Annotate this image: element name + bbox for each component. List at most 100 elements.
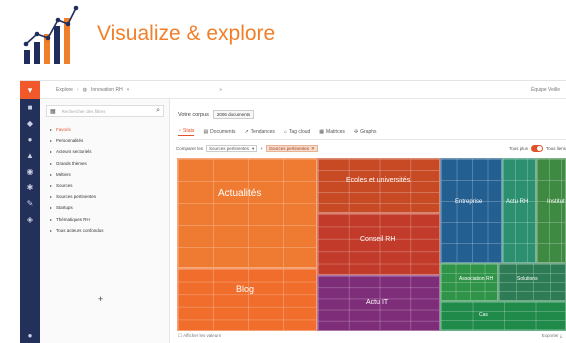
treemap-tile[interactable]: Cas bbox=[440, 301, 566, 331]
export-label: Exporter bbox=[541, 333, 559, 338]
filter-item[interactable]: ▸ Grands thèmes bbox=[50, 158, 162, 169]
tab-graphs[interactable]: ✣ Graphs bbox=[354, 128, 377, 136]
treemap-tile-label: Solutions bbox=[517, 276, 538, 282]
filter-chip[interactable]: Sources pertinentes ✕ bbox=[265, 145, 318, 152]
home-icon[interactable]: ■ bbox=[25, 103, 35, 113]
caret-right-icon: ▸ bbox=[50, 149, 53, 155]
compare-select-value: Sources pertinentes bbox=[209, 146, 250, 151]
filter-item[interactable]: ▸ Tous acteurs confondus bbox=[50, 225, 162, 236]
filter-item[interactable]: ▸ Métiers bbox=[50, 169, 162, 180]
search-icon[interactable]: ⌕ bbox=[156, 107, 160, 115]
treemap-tile-label: Actu RH bbox=[506, 199, 529, 205]
filter-item[interactable]: ▸ Thématiques RH bbox=[50, 214, 162, 225]
treemap-tile[interactable]: Blog bbox=[177, 268, 317, 331]
tab-label: Matrices bbox=[326, 129, 345, 135]
treemap-tile[interactable]: Association RH bbox=[440, 263, 498, 301]
tab-documents[interactable]: ▤ Documents bbox=[203, 128, 235, 136]
home-logo-icon[interactable]: ▾ bbox=[20, 81, 40, 99]
tag-icon: ⌂ bbox=[283, 129, 287, 135]
corpus-header: Votre corpus 2006 documents bbox=[178, 110, 255, 119]
search-placeholder: Rechercher des filtres bbox=[61, 108, 106, 114]
caret-right-icon: ▸ bbox=[50, 138, 53, 144]
shield-icon[interactable]: ◈ bbox=[25, 215, 35, 225]
treemap-tile[interactable]: Ecoles et universités bbox=[317, 158, 440, 213]
filter-label: Sources pertinentes bbox=[56, 194, 97, 200]
tab-label: Documents bbox=[210, 129, 236, 135]
tab-tag-cloud[interactable]: ⌂ Tag cloud bbox=[284, 128, 310, 136]
add-filter-button[interactable]: + bbox=[98, 294, 103, 304]
treemap-tile-label: Entreprise bbox=[455, 199, 483, 205]
treemap-tile[interactable]: Conseil RH bbox=[317, 213, 440, 275]
tab-stats[interactable]: ◔ Stats bbox=[178, 128, 195, 136]
sources-treemap[interactable]: Actualités Blog Ecoles et universités Conse… bbox=[177, 158, 566, 331]
treemap-tile-label: Institutions bbox=[547, 199, 566, 205]
add-icon[interactable]: + bbox=[260, 146, 263, 151]
tag-icon[interactable]: ● bbox=[25, 135, 35, 145]
chevron-down-icon[interactable]: ▾ bbox=[127, 87, 130, 93]
filter-item[interactable]: ▸ Startups bbox=[50, 202, 162, 213]
filter-search-input[interactable]: ▦ Rechercher des filtres ⌕ bbox=[46, 105, 164, 117]
treemap-tile-label: Blog bbox=[236, 284, 255, 294]
tab-label: Tendances bbox=[250, 129, 275, 135]
filter-label: Personnalités bbox=[56, 138, 84, 144]
explore-icon[interactable]: ◉ bbox=[25, 167, 35, 177]
display-toggle: Tous plus Tous liens bbox=[509, 145, 566, 152]
chevron-right-icon: › bbox=[76, 86, 79, 93]
view-tabs: ◔ Stats ▤ Documents ↗ Tendances ⌂ Tag cloud … bbox=[178, 128, 377, 136]
edit-icon[interactable]: ✎ bbox=[25, 199, 35, 209]
matrix-icon: ▦ bbox=[319, 129, 325, 135]
treemap-subtile-grid bbox=[178, 159, 316, 267]
alert-icon[interactable]: ▲ bbox=[25, 151, 35, 161]
breadcrumb-item[interactable]: Explore bbox=[56, 87, 73, 93]
treemap-tile-label: Association RH bbox=[459, 276, 494, 282]
chip-label: Sources pertinentes bbox=[268, 146, 309, 151]
display-switch[interactable] bbox=[530, 145, 543, 152]
treemap-tile[interactable]: Actu RH bbox=[502, 158, 536, 263]
filter-item[interactable]: ▸ Personnalités bbox=[50, 135, 162, 146]
main-panel: Votre corpus 2006 documents ◔ Stats ▤ Docu… bbox=[170, 99, 566, 343]
settings-icon[interactable]: ✱ bbox=[25, 183, 35, 193]
chart-logo-icon bbox=[23, 5, 79, 64]
export-button[interactable]: Exporter ⤓ bbox=[542, 333, 562, 338]
globe-icon: ◍ bbox=[82, 86, 87, 93]
treemap-tile[interactable]: Actualités bbox=[177, 158, 317, 268]
stats-icon: ◔ bbox=[178, 128, 182, 134]
treemap-subtile-grid bbox=[441, 264, 497, 300]
filter-item[interactable]: ▸ Acteurs sectoriels bbox=[50, 146, 162, 157]
filter-label: Métiers bbox=[56, 171, 71, 177]
compare-select[interactable]: Sources pertinentes ▾ bbox=[206, 145, 258, 152]
tab-tendances[interactable]: ↗ Tendances bbox=[244, 128, 274, 136]
corpus-label: Votre corpus bbox=[178, 111, 209, 118]
caret-right-icon: ▸ bbox=[50, 183, 53, 189]
show-values-link[interactable]: ☐ Afficher les valeurs bbox=[178, 333, 221, 339]
team-name[interactable]: Équipe Veille bbox=[531, 87, 560, 93]
tab-label: Stats bbox=[183, 128, 195, 134]
treemap-tile-label: Actualités bbox=[218, 188, 262, 199]
treemap-tile[interactable]: Institutions bbox=[536, 158, 566, 263]
breadcrumb-item[interactable]: Innovation RH bbox=[91, 87, 123, 93]
filter-label: Tous acteurs confondus bbox=[56, 227, 104, 233]
filters-sidebar: ▦ Rechercher des filtres ⌕ ▸ Favoris ▸ Per… bbox=[40, 99, 170, 343]
corpus-count-badge: 2006 documents bbox=[212, 110, 255, 119]
treemap-tile-label: Conseil RH bbox=[360, 236, 396, 243]
filter-item[interactable]: ▸ Sources pertinentes bbox=[50, 191, 162, 202]
breadcrumb: Explore › ◍ Innovation RH ▾ bbox=[56, 87, 129, 93]
tab-matrices[interactable]: ▦ Matrices bbox=[319, 128, 345, 136]
filter-label: Sources bbox=[56, 183, 73, 189]
treemap-tile[interactable]: Actu IT bbox=[317, 275, 440, 331]
treemap-tile[interactable]: Solutions bbox=[498, 263, 566, 301]
treemap-subtile-grid bbox=[499, 264, 565, 300]
pin-icon[interactable]: ◆ bbox=[25, 119, 35, 129]
caret-right-icon: ▸ bbox=[50, 127, 53, 133]
checkbox-icon: ☐ bbox=[178, 333, 183, 338]
close-icon[interactable]: ✕ bbox=[311, 146, 315, 152]
screenshot-root: Visualize & explore ▾ ■ ◆ ● ▲ ◉ ✱ ✎ ◈ ● … bbox=[0, 0, 566, 343]
filter-item-favoris[interactable]: ▸ Favoris bbox=[50, 124, 162, 135]
nav-rail: ▾ ■ ◆ ● ▲ ◉ ✱ ✎ ◈ ● bbox=[20, 81, 40, 343]
tab-label: Tag cloud bbox=[288, 129, 311, 135]
user-icon[interactable]: ● bbox=[25, 331, 35, 341]
expand-button[interactable]: » bbox=[219, 87, 222, 93]
trend-icon: ↗ bbox=[244, 129, 249, 135]
filter-item[interactable]: ▸ Sources bbox=[50, 180, 162, 191]
treemap-tile[interactable]: Entreprise bbox=[440, 158, 502, 263]
